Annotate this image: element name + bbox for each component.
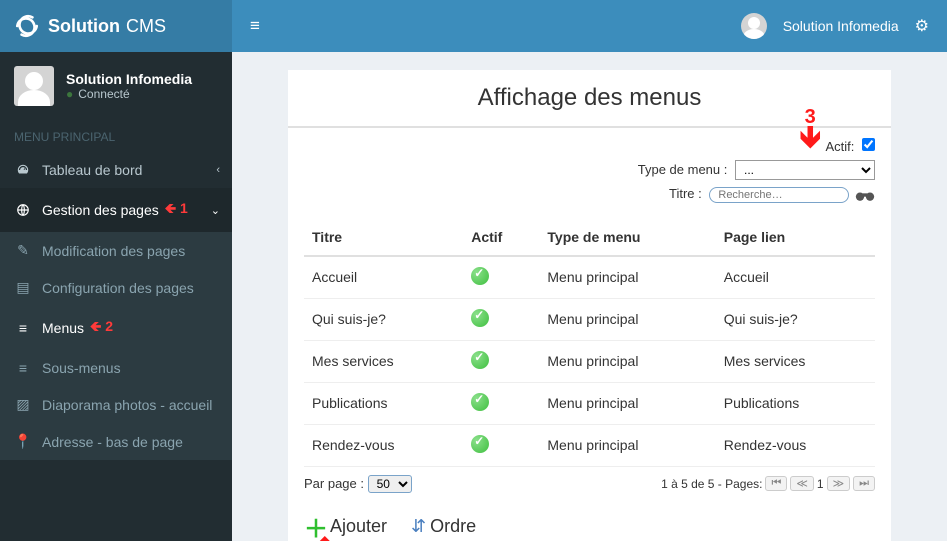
table-row[interactable]: AccueilMenu principalAccueil [304, 256, 875, 299]
check-icon [471, 393, 489, 411]
type-select[interactable]: ... [735, 160, 875, 180]
table-row[interactable]: Rendez-vousMenu principalRendez-vous [304, 424, 875, 466]
user-panel: Solution Infomedia Connecté [0, 52, 232, 118]
binoculars-icon[interactable] [855, 188, 875, 202]
page-title: Affichage des menus [288, 70, 891, 126]
table-footer: Par page : 50 1 à 5 de 5 - Pages: ⏮ ≪ 1 … [288, 467, 891, 501]
nav-address[interactable]: 📍 Adresse - bas de page [0, 423, 232, 460]
nav-sub: ✎ Modification des pages ▤ Configuration… [0, 232, 232, 460]
product-name: CMS [126, 16, 166, 37]
pager-first-button[interactable]: ⏮ [765, 476, 787, 491]
nav-section-header: MENU PRINCIPAL [0, 118, 232, 152]
pager-last-button[interactable]: ⏭ [853, 476, 875, 491]
check-icon [471, 309, 489, 327]
pager-text: 1 à 5 de 5 - Pages: [661, 477, 762, 491]
nav-label: Gestion des pages [42, 202, 159, 218]
table-row[interactable]: Mes servicesMenu principalMes services [304, 340, 875, 382]
actions: ＋ Ajouter ⇵ Ordre 🡹4 [288, 501, 891, 541]
actif-label: Actif: [825, 139, 854, 154]
nav-edit-pages[interactable]: ✎ Modification des pages [0, 232, 232, 269]
user-name: Solution Infomedia [66, 71, 192, 87]
nav-pages-mgmt[interactable]: Gestion des pages 🡸 1 ⌄ [0, 188, 232, 232]
main: ≡ Solution Infomedia ⚙ Affichage des men… [232, 0, 947, 541]
order-icon: ⇵ [411, 516, 426, 537]
titre-label: Titre : [669, 186, 702, 201]
nav-slideshow[interactable]: ▨ Diaporama photos - accueil [0, 386, 232, 423]
nav-menus[interactable]: ≡ Menus 🡸 2 [0, 306, 232, 350]
content: Affichage des menus 3🡻 Actif: Type de me… [232, 52, 947, 541]
nav-label: Diaporama photos - accueil [42, 397, 212, 413]
nav-config-pages[interactable]: ▤ Configuration des pages [0, 269, 232, 306]
topbar-user-name[interactable]: Solution Infomedia [783, 18, 899, 34]
plus-icon: ＋ [304, 509, 328, 541]
nav-label: Adresse - bas de page [42, 434, 183, 450]
avatar[interactable] [741, 13, 767, 39]
edit-icon: ✎ [14, 242, 32, 259]
nav-dashboard[interactable]: Tableau de bord ‹ [0, 152, 232, 188]
globe-icon [14, 203, 32, 217]
search-input[interactable] [709, 187, 849, 203]
filters: Actif: Type de menu : ... Titre : [288, 128, 891, 215]
nav-label: Sous-menus [42, 360, 121, 376]
topbar: ≡ Solution Infomedia ⚙ [232, 0, 947, 52]
brand-name: Solution [48, 16, 120, 37]
pager: 1 à 5 de 5 - Pages: ⏮ ≪ 1 ≫ ⏭ [661, 476, 875, 491]
list-icon: ≡ [14, 360, 32, 376]
check-icon [471, 435, 489, 453]
nav-submenus[interactable]: ≡ Sous-menus [0, 350, 232, 386]
type-label: Type de menu : [638, 162, 728, 177]
brand-icon [14, 13, 40, 39]
gauge-icon [14, 163, 32, 177]
logo[interactable]: Solution CMS [0, 0, 232, 52]
check-icon [471, 267, 489, 285]
sidebar: Solution CMS Solution Infomedia Connecté… [0, 0, 232, 541]
nav-label: Configuration des pages [42, 280, 194, 296]
table-row[interactable]: Qui suis-je?Menu principalQui suis-je? [304, 298, 875, 340]
annotation-arrow-1: 🡸 1 [165, 198, 188, 222]
th-type[interactable]: Type de menu [539, 219, 715, 256]
menus-table: Titre Actif Type de menu Page lien Accue… [304, 219, 875, 467]
image-icon: ▨ [14, 396, 32, 413]
gear-icon[interactable]: ⚙ [915, 16, 929, 36]
avatar [14, 66, 54, 106]
perpage-label: Par page : [304, 476, 364, 491]
user-status: Connecté [66, 87, 192, 101]
actif-checkbox[interactable] [862, 138, 875, 151]
nav-label: Modification des pages [42, 243, 185, 259]
th-actif[interactable]: Actif [463, 219, 539, 256]
pin-icon: 📍 [14, 433, 32, 450]
annotation-arrow-2: 🡸 2 [90, 316, 113, 340]
document-icon: ▤ [14, 279, 32, 296]
chevron-left-icon: ‹ [216, 164, 220, 176]
pager-prev-button[interactable]: ≪ [790, 476, 814, 491]
nav-label: Menus [42, 320, 84, 336]
table-row[interactable]: PublicationsMenu principalPublications [304, 382, 875, 424]
check-icon [471, 351, 489, 369]
chevron-down-icon: ⌄ [211, 204, 220, 217]
th-titre[interactable]: Titre [304, 219, 463, 256]
panel: Affichage des menus 3🡻 Actif: Type de me… [288, 70, 891, 541]
order-button[interactable]: ⇵ Ordre [411, 516, 476, 537]
list-icon: ≡ [14, 320, 32, 336]
pager-current: 1 [817, 477, 824, 491]
perpage-select[interactable]: 50 [368, 475, 412, 493]
th-lien[interactable]: Page lien [716, 219, 875, 256]
pager-next-button[interactable]: ≫ [827, 476, 851, 491]
hamburger-icon[interactable]: ≡ [250, 16, 260, 36]
add-button[interactable]: ＋ Ajouter [304, 509, 387, 541]
nav-label: Tableau de bord [42, 162, 142, 178]
